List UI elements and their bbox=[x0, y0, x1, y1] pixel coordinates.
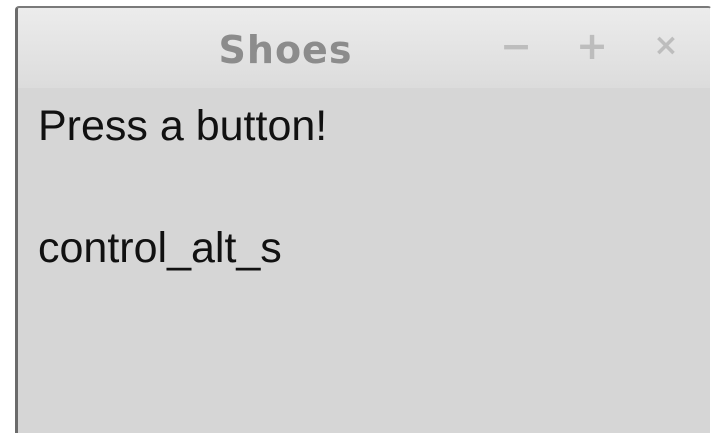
minimize-icon[interactable]: − bbox=[496, 26, 536, 66]
close-icon[interactable]: × bbox=[646, 26, 686, 66]
prompt-text: Press a button! bbox=[38, 102, 328, 150]
maximize-icon[interactable]: + bbox=[572, 26, 612, 66]
window-content: Press a button! control_alt_s bbox=[18, 88, 710, 433]
key-output-text: control_alt_s bbox=[38, 224, 282, 272]
title-bar[interactable]: Shoes − + × bbox=[18, 8, 710, 88]
window-title: Shoes bbox=[218, 28, 353, 72]
app-window: Shoes − + × Press a button! control_alt_… bbox=[15, 6, 712, 433]
